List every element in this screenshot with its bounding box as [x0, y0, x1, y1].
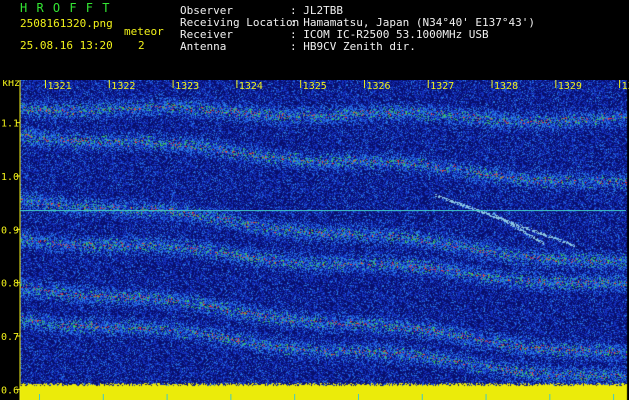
- x-tick-label: 1329: [558, 81, 582, 92]
- y-tick-label: 1.1: [1, 119, 19, 130]
- y-tick-label: 0.7: [1, 332, 19, 343]
- mode-label: meteor: [124, 25, 164, 38]
- x-tick-label: 1322: [111, 81, 135, 92]
- x-tick-label: 1323: [175, 81, 199, 92]
- x-tick-label: 1325: [303, 81, 327, 92]
- antenna-label: Antenna: [180, 40, 227, 53]
- y-tick-label: 0.9: [1, 225, 19, 236]
- y-tick-label: 0.6: [1, 385, 19, 396]
- x-tick-label: 1328: [494, 81, 518, 92]
- y-tick-label: 0.8: [1, 279, 19, 290]
- filename-label: 2508161320.png: [20, 17, 113, 30]
- spectrogram-overlay: kHz 1321 1322 1323 1324 1325 1326 1327 1328 1329 1…: [1, 80, 629, 400]
- y-axis-unit-label: kHz: [2, 80, 20, 89]
- count-label: 2: [138, 39, 145, 52]
- x-tick-label: 1321: [48, 81, 72, 92]
- header: H R O F F T 2508161320.png meteor 25.08.…: [0, 0, 629, 80]
- x-tick-label: 1330: [622, 81, 629, 92]
- y-tick-label: 1.0: [1, 172, 19, 183]
- x-tick-label: 1324: [239, 81, 263, 92]
- x-tick-label: 1327: [430, 81, 454, 92]
- antenna-value: : HB9CV Zenith dir.: [290, 40, 416, 53]
- brand-label: H R O F F T: [20, 1, 111, 15]
- datetime-label: 25.08.16 13:20: [20, 39, 113, 52]
- x-tick-label: 1326: [366, 81, 390, 92]
